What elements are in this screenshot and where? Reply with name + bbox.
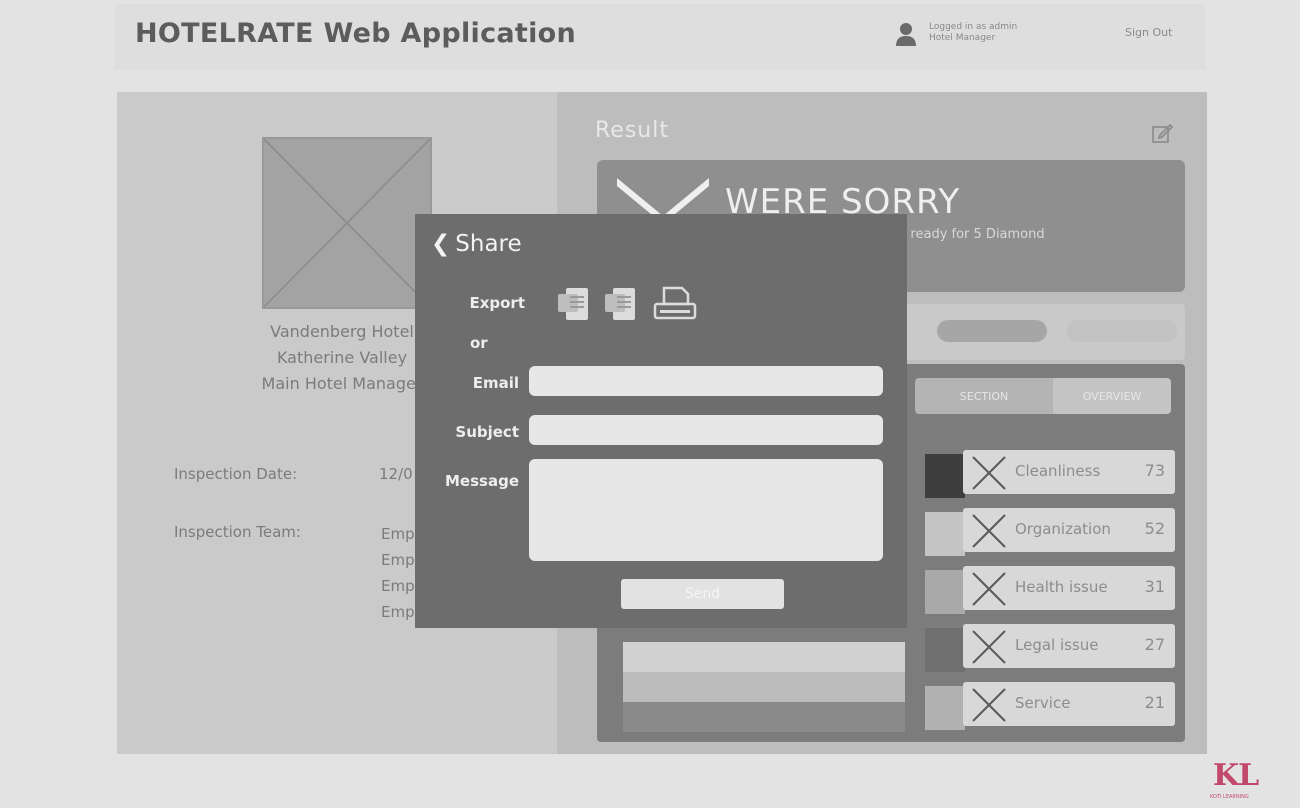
inspection-date-value: 12/0 — [379, 465, 413, 483]
category-score: 27 — [1144, 635, 1165, 654]
category-row: Legal issue 27 — [925, 622, 1181, 672]
category-card[interactable]: Health issue 31 — [963, 566, 1175, 610]
send-button[interactable]: Send — [621, 579, 784, 609]
email-field[interactable] — [529, 366, 883, 396]
export-label: Export — [469, 294, 525, 312]
subject-field[interactable] — [529, 415, 883, 445]
message-label: Message — [445, 472, 519, 490]
share-modal: ❮ Share Export or Email Subject Message S… — [415, 214, 907, 628]
tab-pill[interactable] — [937, 320, 1047, 342]
share-back-button[interactable]: ❮ Share — [431, 231, 522, 257]
watermark-subtext: KOTI LEARNING — [1210, 794, 1249, 800]
user-line-2: Hotel Manager — [929, 33, 996, 43]
close-icon — [972, 572, 1006, 606]
category-swatch — [925, 570, 965, 614]
category-card[interactable]: Service 21 — [963, 682, 1175, 726]
subject-label: Subject — [455, 423, 519, 441]
category-score: 52 — [1144, 519, 1165, 538]
or-label: or — [470, 334, 488, 352]
banner-subtitle-line: on! — [885, 243, 1045, 260]
category-row: Organization 52 — [925, 506, 1181, 556]
category-score: 73 — [1144, 461, 1165, 480]
user-info: Logged in as admin Hotel Manager — [929, 22, 1017, 44]
team-member: Emp — [381, 525, 415, 543]
inspection-team-list: Emp Emp Emp Emp — [381, 521, 415, 625]
segment-overview[interactable]: OVERVIEW — [1053, 378, 1171, 414]
message-field[interactable] — [529, 459, 883, 561]
chart-bar — [623, 702, 905, 732]
chevron-left-icon: ❮ — [431, 231, 451, 257]
close-icon — [972, 688, 1006, 722]
banner-subtitle: not ready for 5 Diamond on! — [885, 226, 1045, 260]
category-swatch — [925, 686, 965, 730]
banner-subtitle-line: not ready for 5 Diamond — [885, 227, 1045, 242]
category-card[interactable]: Legal issue 27 — [963, 624, 1175, 668]
signout-link[interactable]: Sign Out — [1125, 26, 1172, 39]
team-member: Emp — [381, 603, 415, 621]
close-icon — [972, 630, 1006, 664]
close-icon — [972, 514, 1006, 548]
category-row: Health issue 31 — [925, 564, 1181, 614]
export-word-icon[interactable] — [556, 284, 592, 324]
app-header: HOTELRATE Web Application Logged in as a… — [115, 4, 1205, 70]
email-label: Email — [472, 374, 519, 392]
app-title: HOTELRATE Web Application — [135, 18, 577, 49]
category-name: Organization — [1015, 520, 1111, 538]
category-card[interactable]: Organization 52 — [963, 508, 1175, 552]
result-title: Result — [595, 118, 669, 143]
hotel-image-placeholder — [262, 137, 432, 309]
user-line-1: Logged in as admin — [929, 22, 1018, 32]
category-row: Service 21 — [925, 680, 1181, 730]
share-title: Share — [455, 231, 522, 257]
category-swatch — [925, 454, 965, 498]
export-excel-icon[interactable] — [603, 284, 639, 324]
team-member: Emp — [381, 551, 415, 569]
chart-bar — [623, 642, 905, 672]
category-score: 21 — [1144, 693, 1165, 712]
segment-section[interactable]: SECTION — [915, 378, 1053, 414]
category-card[interactable]: Cleanliness 73 — [963, 450, 1175, 494]
chart-bar — [623, 672, 905, 702]
category-score: 31 — [1144, 577, 1165, 596]
category-swatch — [925, 628, 965, 672]
inspection-team-label: Inspection Team: — [174, 523, 301, 541]
close-icon — [972, 456, 1006, 490]
category-name: Legal issue — [1015, 636, 1099, 654]
watermark-logo: KL — [1213, 758, 1259, 793]
category-row: Cleanliness 73 — [925, 448, 1181, 498]
category-name: Service — [1015, 694, 1071, 712]
user-icon — [896, 23, 916, 46]
edit-icon[interactable] — [1151, 122, 1173, 144]
inspection-date-label: Inspection Date: — [174, 465, 298, 483]
category-swatch — [925, 512, 965, 556]
team-member: Emp — [381, 577, 415, 595]
tab-pill[interactable] — [1067, 320, 1177, 342]
category-name: Health issue — [1015, 578, 1108, 596]
print-icon[interactable] — [652, 284, 698, 324]
category-name: Cleanliness — [1015, 462, 1101, 480]
